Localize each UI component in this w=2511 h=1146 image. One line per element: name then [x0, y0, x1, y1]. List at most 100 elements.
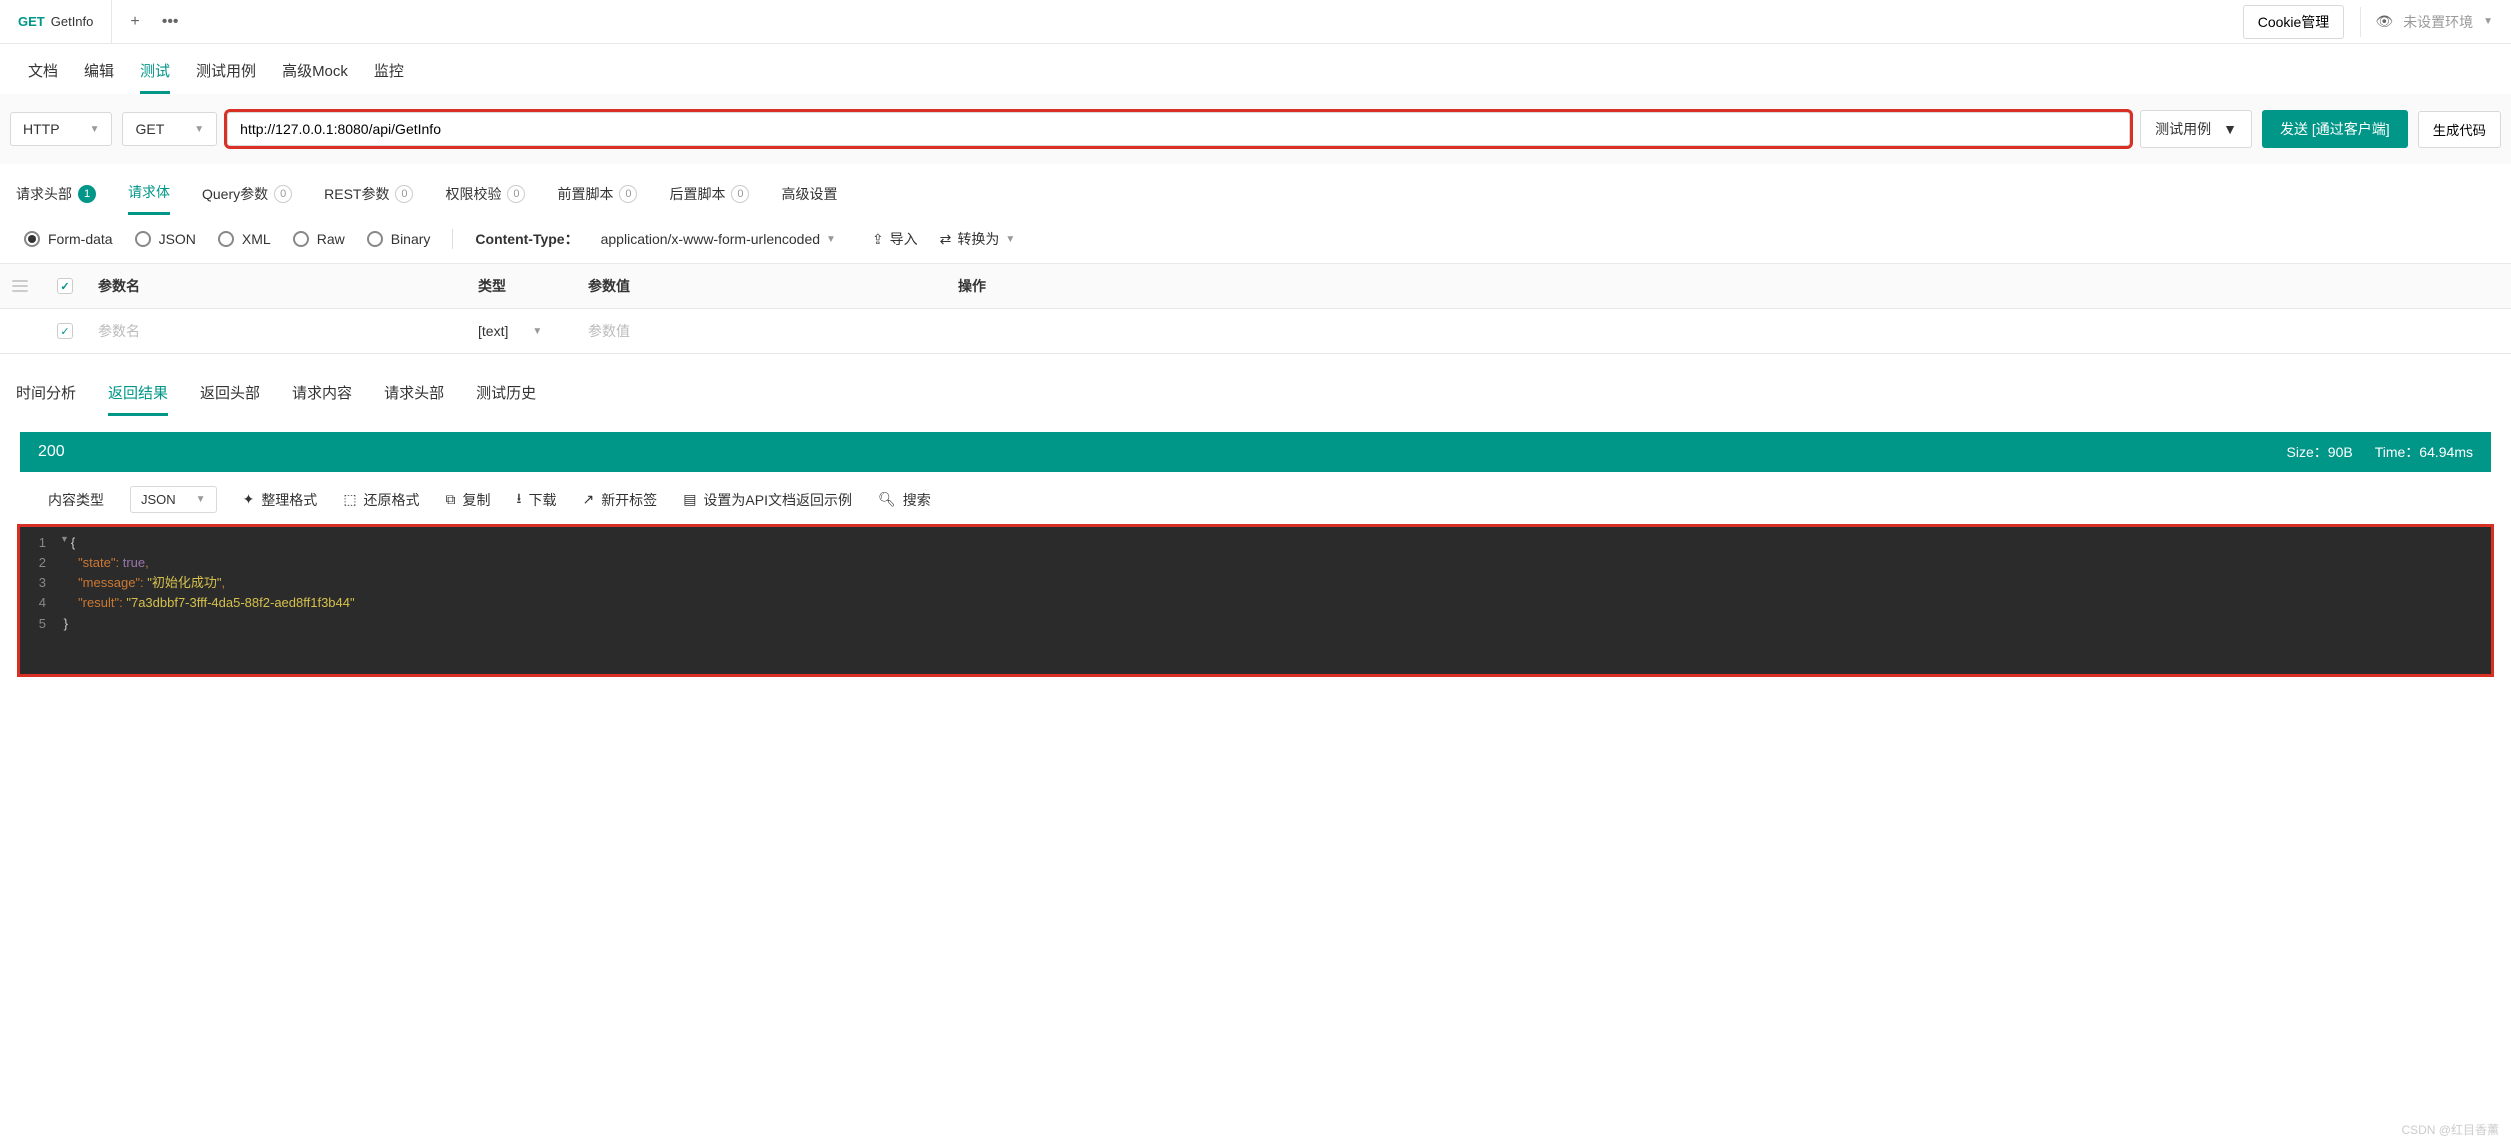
- radio-label: XML: [242, 231, 271, 247]
- param-tab-query[interactable]: Query参数 0: [202, 184, 292, 214]
- tab-actions: + •••: [112, 13, 196, 31]
- radio-label: Form-data: [48, 231, 113, 247]
- search-icon: 🔍︎: [878, 491, 896, 508]
- external-icon: ↗: [582, 491, 594, 508]
- top-tab-bar: GET GetInfo + ••• Cookie管理 👁 未设置环境 ▼: [0, 0, 2511, 44]
- col-handle[interactable]: [0, 268, 40, 304]
- copy-icon: ⧉: [446, 491, 456, 508]
- search-button[interactable]: 🔍︎ 搜索: [878, 490, 931, 510]
- body-type-raw[interactable]: Raw: [293, 231, 345, 247]
- send-button[interactable]: 发送 [通过客户端]: [2262, 110, 2408, 148]
- content-type-label: 内容类型: [48, 490, 104, 510]
- new-tab-button[interactable]: ↗ 新开标签: [582, 490, 657, 510]
- response-tab-timing[interactable]: 时间分析: [16, 382, 76, 416]
- generate-code-button[interactable]: 生成代码: [2418, 111, 2501, 148]
- badge-count: 0: [507, 185, 525, 203]
- param-tab-rest[interactable]: REST参数 0: [324, 184, 413, 214]
- nav-tab-test[interactable]: 测试: [140, 60, 170, 94]
- action-label: 下载: [528, 490, 556, 510]
- format-button[interactable]: ✦ 整理格式: [243, 490, 318, 510]
- chevron-down-icon: ▼: [90, 124, 100, 135]
- body-type-binary[interactable]: Binary: [367, 231, 431, 247]
- doc-icon: ▤: [683, 491, 696, 508]
- import-button[interactable]: ⇪ 导入: [872, 229, 918, 249]
- content-type-select[interactable]: JSON ▼: [130, 486, 217, 513]
- row-check[interactable]: [40, 311, 90, 351]
- hamburger-icon: [12, 280, 28, 292]
- convert-button[interactable]: ⇄ 转换为 ▼: [940, 229, 1016, 249]
- response-body-code[interactable]: 1▼{ 2 "state": true, 3 "message": "初始化成功…: [20, 527, 2491, 674]
- param-name-input[interactable]: 参数名: [90, 309, 470, 353]
- param-tab-label: 后置脚本: [669, 184, 725, 204]
- chevron-down-icon: ▼: [1005, 234, 1015, 245]
- response-tab-history[interactable]: 测试历史: [476, 382, 536, 416]
- param-tab-label: 高级设置: [781, 184, 837, 204]
- param-tab-prescript[interactable]: 前置脚本 0: [557, 184, 637, 214]
- ct-value: JSON: [141, 492, 176, 507]
- protocol-select[interactable]: HTTP ▼: [10, 112, 112, 146]
- env-label: 未设置环境: [2403, 12, 2473, 32]
- param-type-select[interactable]: [text] ▼: [470, 311, 580, 351]
- radio-icon: [293, 231, 309, 247]
- row-action: [950, 319, 2511, 343]
- badge-count: 0: [274, 185, 292, 203]
- nav-tab-mock[interactable]: 高级Mock: [282, 60, 348, 94]
- chevron-down-icon: ▼: [532, 326, 542, 337]
- nav-tab-testcase[interactable]: 测试用例: [196, 60, 256, 94]
- param-tab-body[interactable]: 请求体: [128, 182, 170, 215]
- more-icon[interactable]: •••: [162, 13, 179, 31]
- response-tab-result[interactable]: 返回结果: [108, 382, 168, 416]
- convert-label: 转换为: [957, 229, 999, 249]
- add-tab-icon[interactable]: +: [130, 13, 139, 31]
- body-type-row: Form-data JSON XML Raw Binary Content-Ty…: [0, 215, 2511, 263]
- param-tab-auth[interactable]: 权限校验 0: [445, 184, 525, 214]
- tab-method: GET: [18, 14, 45, 29]
- param-tab-headers[interactable]: 请求头部 1: [16, 184, 96, 214]
- set-example-button[interactable]: ▤ 设置为API文档返回示例: [683, 490, 852, 510]
- params-table-row: 参数名 [text] ▼ 参数值: [0, 309, 2511, 354]
- response-tab-resheaders[interactable]: 返回头部: [200, 382, 260, 416]
- col-check-all[interactable]: [40, 266, 90, 306]
- eye-icon: 👁: [2375, 13, 2393, 30]
- param-tab-label: 前置脚本: [557, 184, 613, 204]
- environment-selector[interactable]: 👁 未设置环境 ▼: [2360, 7, 2493, 37]
- nav-tab-doc[interactable]: 文档: [28, 60, 58, 94]
- badge-count: 0: [395, 185, 413, 203]
- param-tab-label: Query参数: [202, 184, 268, 204]
- restore-button[interactable]: ⬚ 还原格式: [343, 490, 419, 510]
- url-input[interactable]: [227, 112, 2130, 146]
- radio-label: Raw: [317, 231, 345, 247]
- body-type-xml[interactable]: XML: [218, 231, 271, 247]
- response-tab-reqbody[interactable]: 请求内容: [292, 382, 352, 416]
- nav-tab-edit[interactable]: 编辑: [84, 60, 114, 94]
- nav-tab-monitor[interactable]: 监控: [374, 60, 404, 94]
- method-select[interactable]: GET ▼: [122, 112, 217, 146]
- cookie-manage-button[interactable]: Cookie管理: [2243, 5, 2345, 39]
- row-handle[interactable]: [0, 319, 40, 343]
- param-value-input[interactable]: 参数值: [580, 309, 950, 353]
- content-type-value: application/x-www-form-urlencoded: [601, 231, 820, 247]
- chevron-down-icon: ▼: [2483, 16, 2493, 27]
- json-state: true: [123, 555, 145, 570]
- radio-icon: [24, 231, 40, 247]
- content-type-select[interactable]: application/x-www-form-urlencoded ▼: [601, 231, 836, 247]
- param-tab-label: 请求头部: [16, 184, 72, 204]
- body-type-json[interactable]: JSON: [135, 231, 196, 247]
- param-tab-advanced[interactable]: 高级设置: [781, 184, 837, 214]
- action-label: 搜索: [903, 490, 931, 510]
- param-tab-label: REST参数: [324, 184, 389, 204]
- download-button[interactable]: ⭳ 下载: [517, 488, 557, 512]
- api-tab[interactable]: GET GetInfo: [0, 0, 112, 43]
- radio-label: Binary: [391, 231, 431, 247]
- json-message: "初始化成功": [147, 575, 221, 590]
- body-type-formdata[interactable]: Form-data: [24, 231, 113, 247]
- testcase-button[interactable]: 测试用例 ▼: [2140, 110, 2252, 148]
- checkbox-icon: [57, 323, 73, 339]
- action-label: 设置为API文档返回示例: [703, 490, 852, 510]
- checkbox-icon: [57, 278, 73, 294]
- copy-button[interactable]: ⧉ 复制: [446, 490, 491, 510]
- request-row: HTTP ▼ GET ▼ 测试用例 ▼ 发送 [通过客户端] 生成代码: [0, 94, 2511, 164]
- param-tab-postscript[interactable]: 后置脚本 0: [669, 184, 749, 214]
- response-tab-reqheaders[interactable]: 请求头部: [384, 382, 444, 416]
- watermark: CSDN @红目香薰: [2401, 1121, 2499, 1138]
